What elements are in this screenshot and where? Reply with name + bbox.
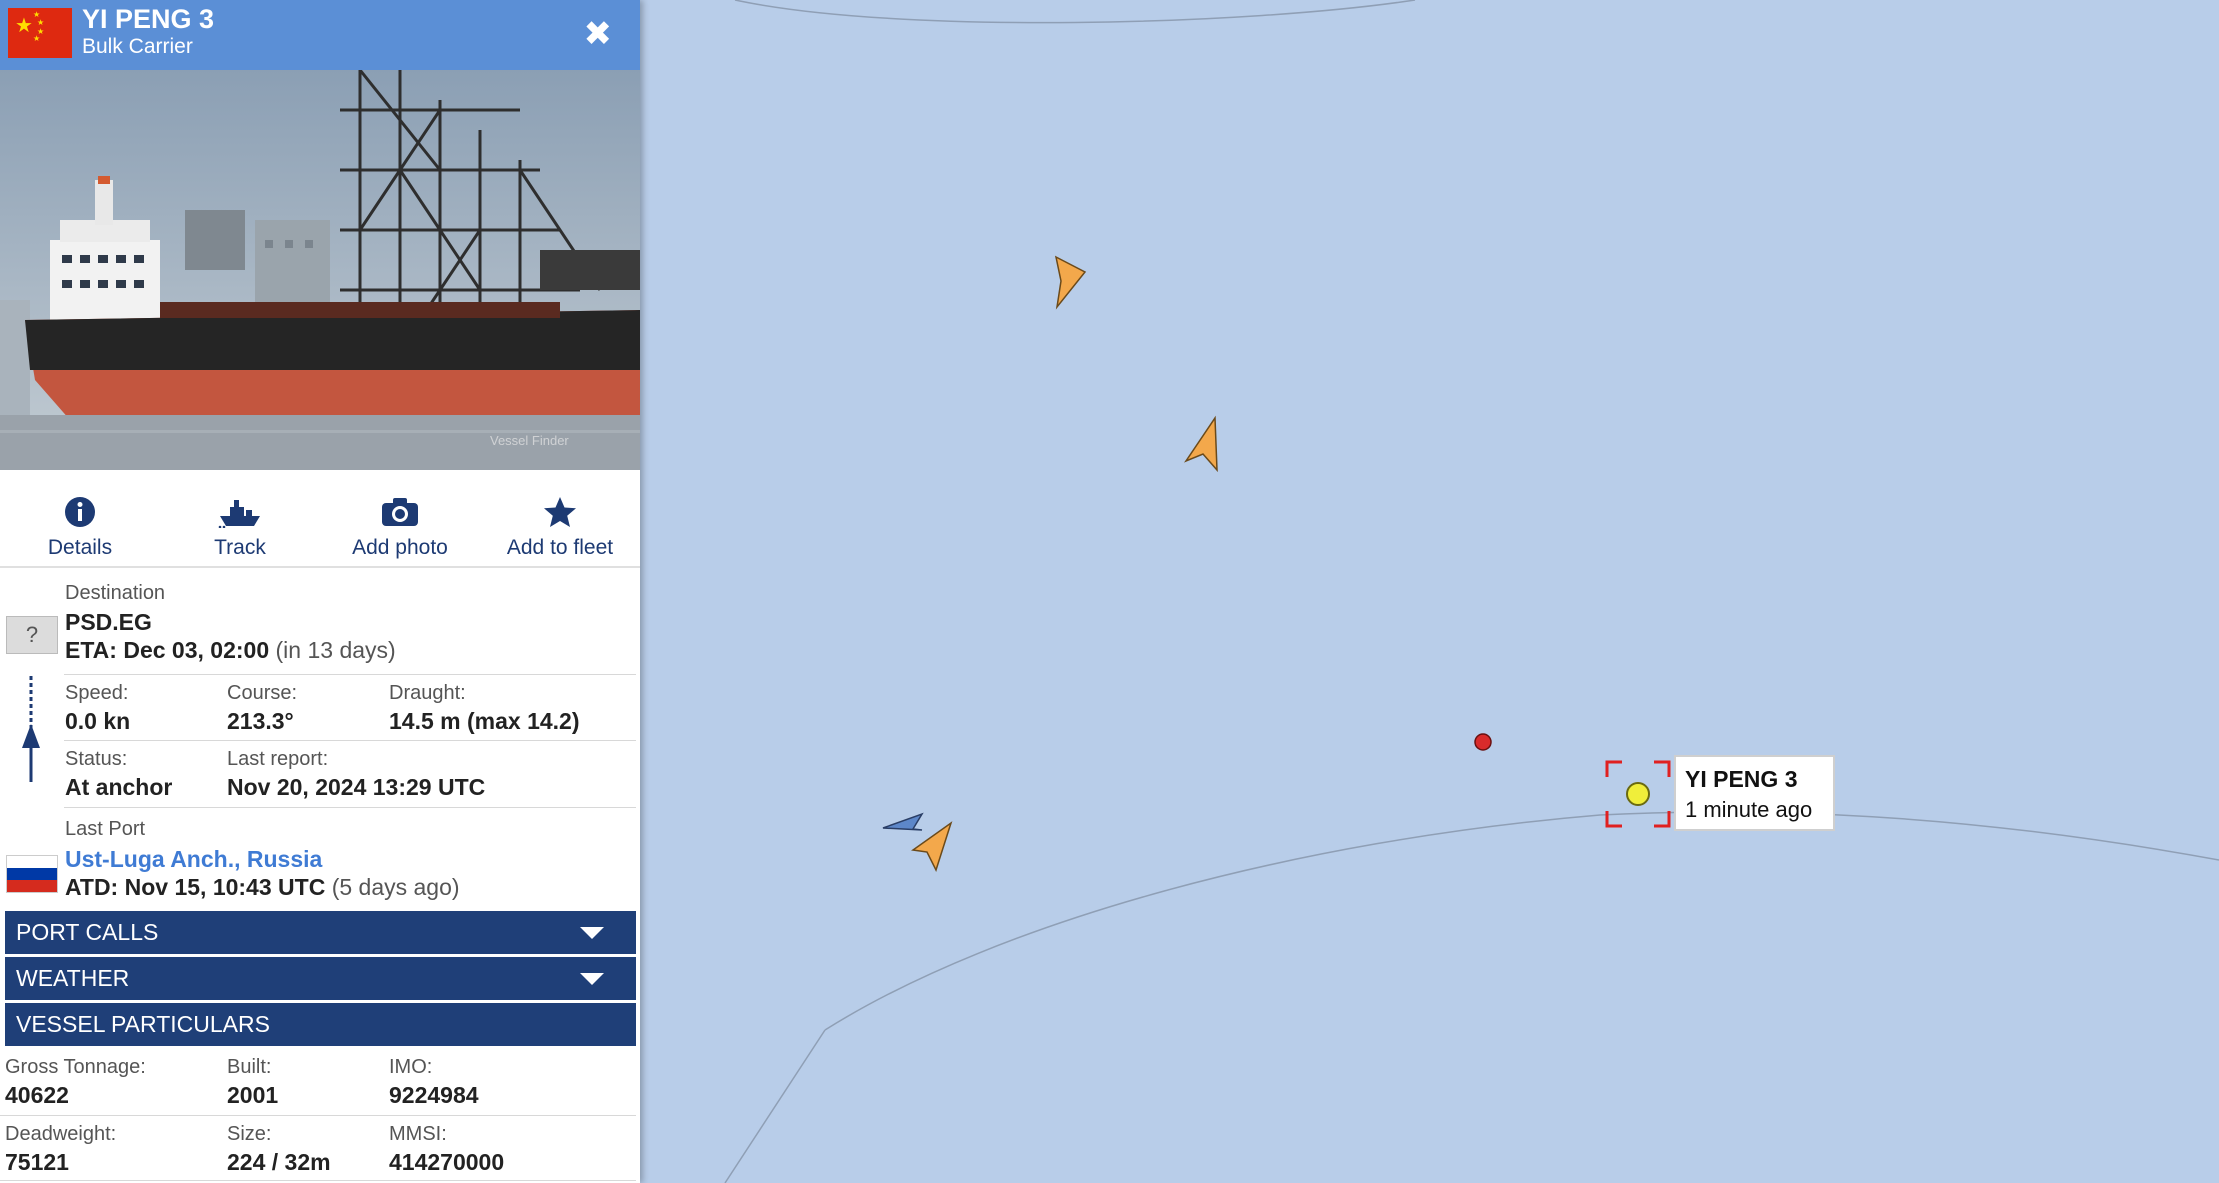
weather-title: WEATHER: [16, 965, 130, 991]
deadweight-value: 75121: [5, 1149, 69, 1175]
panel-header: ★ ★ ★ ★ ★ YI PENG 3 Bulk Carrier ✖: [0, 0, 640, 70]
add-to-fleet-button[interactable]: Add to fleet: [480, 492, 640, 560]
eta-value: ETA: Dec 03, 02:00: [65, 637, 270, 663]
add-to-fleet-label: Add to fleet: [506, 536, 614, 559]
imo-caption: IMO:: [389, 1056, 433, 1078]
deadweight-caption: Deadweight:: [5, 1123, 117, 1145]
gross-tonnage-value: 40622: [5, 1082, 69, 1108]
mmsi-value: 414270000: [389, 1149, 505, 1175]
details-button[interactable]: Details: [0, 492, 160, 560]
map-vessel-name: YI PENG 3: [1685, 766, 1798, 792]
status-caption: Status:: [65, 748, 128, 770]
port-calls-title: PORT CALLS: [16, 919, 159, 945]
star-icon: [544, 497, 576, 527]
position-dot: [1474, 733, 1492, 751]
vessel-particulars-title: VESSEL PARTICULARS: [16, 1011, 270, 1037]
eta-row: ETA: Dec 03, 02:00 (in 13 days): [65, 637, 396, 664]
status-value: At anchor: [65, 774, 173, 800]
built-value: 2001: [227, 1082, 279, 1108]
vessel-name: YI PENG 3: [82, 4, 215, 34]
ship-track-icon: [218, 500, 260, 528]
track-label: Track: [214, 536, 266, 559]
draught-value: 14.5 m (max 14.2): [389, 708, 580, 734]
speed-caption: Speed:: [65, 682, 129, 704]
destination-caption: Destination: [65, 582, 166, 604]
russia-flag-icon: [6, 855, 58, 893]
chevron-down-icon: [580, 927, 604, 939]
photo-watermark: Vessel Finder: [490, 433, 569, 448]
speed-value: 0.0 kn: [65, 708, 131, 734]
built-caption: Built:: [227, 1056, 272, 1078]
last-port-link[interactable]: Ust-Luga Anch., Russia: [65, 846, 322, 873]
destination-value: PSD.EG: [65, 609, 152, 635]
last-port-caption: Last Port: [65, 818, 146, 840]
camera-icon: [382, 498, 418, 526]
eta-relative: (in 13 days): [275, 637, 396, 663]
atd-value: ATD: Nov 15, 10:43 UTC: [65, 874, 326, 900]
details-label: Details: [47, 536, 113, 559]
add-photo-label: Add photo: [352, 536, 448, 559]
vessel-info-panel: ★ ★ ★ ★ ★ YI PENG 3 Bulk Carrier ✖ Vesse…: [0, 0, 640, 1183]
action-toolbar: Details Track Add photo Add to fleet: [0, 480, 640, 568]
add-photo-button[interactable]: Add photo: [320, 492, 480, 560]
close-icon[interactable]: ✖: [584, 14, 613, 54]
last-report-value: Nov 20, 2024 13:29 UTC: [227, 774, 486, 800]
imo-value: 9224984: [389, 1082, 479, 1108]
atd-relative: (5 days ago): [331, 874, 460, 900]
gross-tonnage-caption: Gross Tonnage:: [5, 1056, 146, 1078]
course-value: 213.3°: [227, 708, 294, 734]
last-report-caption: Last report:: [227, 748, 329, 770]
weather-section-toggle[interactable]: WEATHER: [5, 957, 636, 1000]
size-caption: Size:: [227, 1123, 272, 1145]
mmsi-caption: MMSI:: [389, 1123, 447, 1145]
size-value: 224 / 32m: [227, 1149, 331, 1175]
course-caption: Course:: [227, 682, 298, 704]
draught-caption: Draught:: [389, 682, 466, 704]
route-arrow-icon: [22, 676, 40, 782]
china-flag-icon: ★ ★ ★ ★ ★: [8, 8, 72, 58]
track-button[interactable]: Track: [160, 492, 320, 560]
chevron-down-icon: [580, 973, 604, 985]
selected-vessel-label[interactable]: YI PENG 3 1 minute ago: [1674, 755, 1835, 831]
vessel-photo[interactable]: Vessel Finder: [0, 70, 640, 470]
vessel-type: Bulk Carrier: [82, 35, 193, 58]
map-vessel-updated: 1 minute ago: [1685, 797, 1813, 822]
port-calls-section-toggle[interactable]: PORT CALLS: [5, 911, 636, 954]
atd-row: ATD: Nov 15, 10:43 UTC (5 days ago): [65, 874, 460, 901]
destination-flag-unknown: ?: [6, 616, 58, 654]
vessel-particulars-section-toggle[interactable]: VESSEL PARTICULARS: [5, 1003, 636, 1046]
info-icon: [65, 497, 95, 527]
